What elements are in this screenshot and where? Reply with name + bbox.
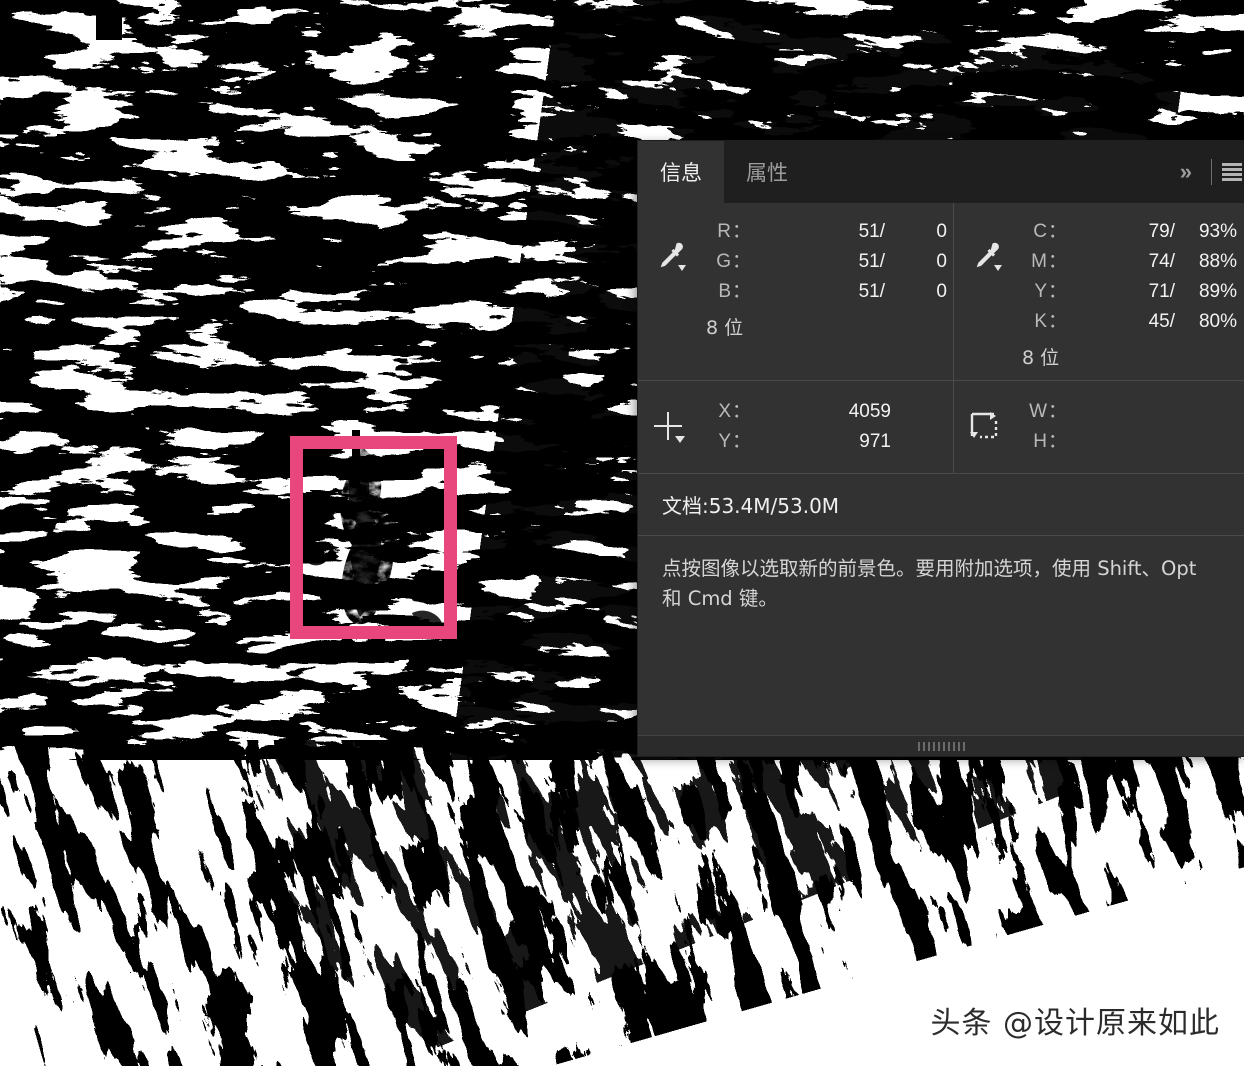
coordinate-grid: X： 4059 Y： 971 W： H： — [638, 381, 1244, 474]
cmyk-readout[interactable]: C： 79/93% M： 74/88% Y： 71/89% K： 45/80% … — [954, 203, 1243, 380]
rgb-value-r: 51/0 — [858, 221, 947, 242]
rgb-label-b: B： — [718, 281, 752, 302]
dim-label-w: W： — [1029, 401, 1068, 422]
dim-row-h: H： — [1016, 427, 1243, 457]
watermark-text: 头条 @设计原来如此 — [930, 1006, 1220, 1041]
cmyk-value-m: 74/88% — [1148, 251, 1237, 272]
tab-info[interactable]: 信息 — [638, 141, 724, 203]
rgb-row-g: G： 51/0 — [700, 247, 953, 277]
coord-label-y: Y： — [718, 431, 752, 452]
dim-row-w: W： — [1016, 397, 1243, 427]
resize-grip-icon[interactable] — [917, 741, 965, 751]
rgb-bit-depth: 8 位 — [706, 317, 744, 339]
coord-label-x: X： — [718, 401, 752, 422]
highlighted-detail-blob — [302, 447, 442, 626]
rgb-value-b: 51/0 — [858, 281, 947, 302]
cmyk-value-c: 79/93% — [1148, 221, 1237, 242]
cmyk-label-m: M： — [1031, 251, 1068, 272]
info-panel[interactable]: 信息 属性 » R： 51/0 G： 51/ 0 B： 51/ 0 8 位 C：… — [638, 141, 1244, 756]
eyedropper-icon[interactable] — [954, 217, 1016, 273]
tab-properties-label: 属性 — [746, 161, 788, 185]
cmyk-label-c: C： — [1033, 221, 1068, 242]
panel-tab-controls: » — [1168, 141, 1244, 203]
rgb-row-r: R： 51/0 — [700, 217, 953, 247]
tab-info-label: 信息 — [660, 161, 702, 185]
color-readout-grid: R： 51/0 G： 51/0 B： 51/0 8 位 C： 79/ 93% M… — [638, 203, 1244, 381]
coord-row-y: Y： 971 — [700, 427, 953, 457]
coord-value-y: 971 — [859, 431, 891, 452]
cmyk-value-y: 71/89% — [1148, 281, 1237, 302]
cursor-coordinates[interactable]: X： 4059 Y： 971 — [638, 381, 954, 473]
tab-properties[interactable]: 属性 — [724, 141, 810, 203]
rgb-label-g: G： — [716, 251, 752, 272]
panel-resize-footer[interactable] — [638, 735, 1244, 756]
marquee-size-icon[interactable] — [954, 409, 1016, 445]
eyedropper-icon[interactable] — [638, 217, 700, 273]
selection-dimensions[interactable]: W： H： — [954, 381, 1243, 473]
cmyk-label-k: K： — [1034, 311, 1068, 332]
cmyk-label-y: Y： — [1034, 281, 1068, 302]
coord-row-x: X： 4059 — [700, 397, 953, 427]
chevron-double-right-icon[interactable]: » — [1168, 159, 1201, 185]
rgb-readout[interactable]: R： 51/0 G： 51/0 B： 51/0 8 位 — [638, 203, 954, 380]
tool-hint-text: 点按图像以选取新的前景色。要用附加选项，使用 Shift、Opt 和 Cmd 键… — [662, 557, 1197, 611]
cmyk-row-k: K： 45/80% — [1016, 307, 1243, 337]
cmyk-row-y: Y： 71/89% — [1016, 277, 1243, 307]
document-size-status: 文档:53.4M/53.0M — [638, 474, 1244, 536]
toolbar-divider — [1211, 159, 1212, 185]
cmyk-value-k: 45/80% — [1148, 311, 1237, 332]
coord-value-x: 4059 — [848, 401, 891, 422]
rgb-value-g: 51/0 — [858, 251, 947, 272]
panel-menu-icon[interactable] — [1222, 163, 1244, 181]
rgb-label-r: R： — [717, 221, 752, 242]
panel-tab-bar: 信息 属性 » — [638, 141, 1244, 203]
crosshair-icon[interactable] — [638, 409, 700, 445]
cmyk-row-c: C： 79/93% — [1016, 217, 1243, 247]
dim-label-h: H： — [1033, 431, 1068, 452]
rgb-row-b: B： 51/0 — [700, 277, 953, 307]
cmyk-bit-depth: 8 位 — [1022, 347, 1060, 369]
cmyk-row-m: M： 74/88% — [1016, 247, 1243, 277]
